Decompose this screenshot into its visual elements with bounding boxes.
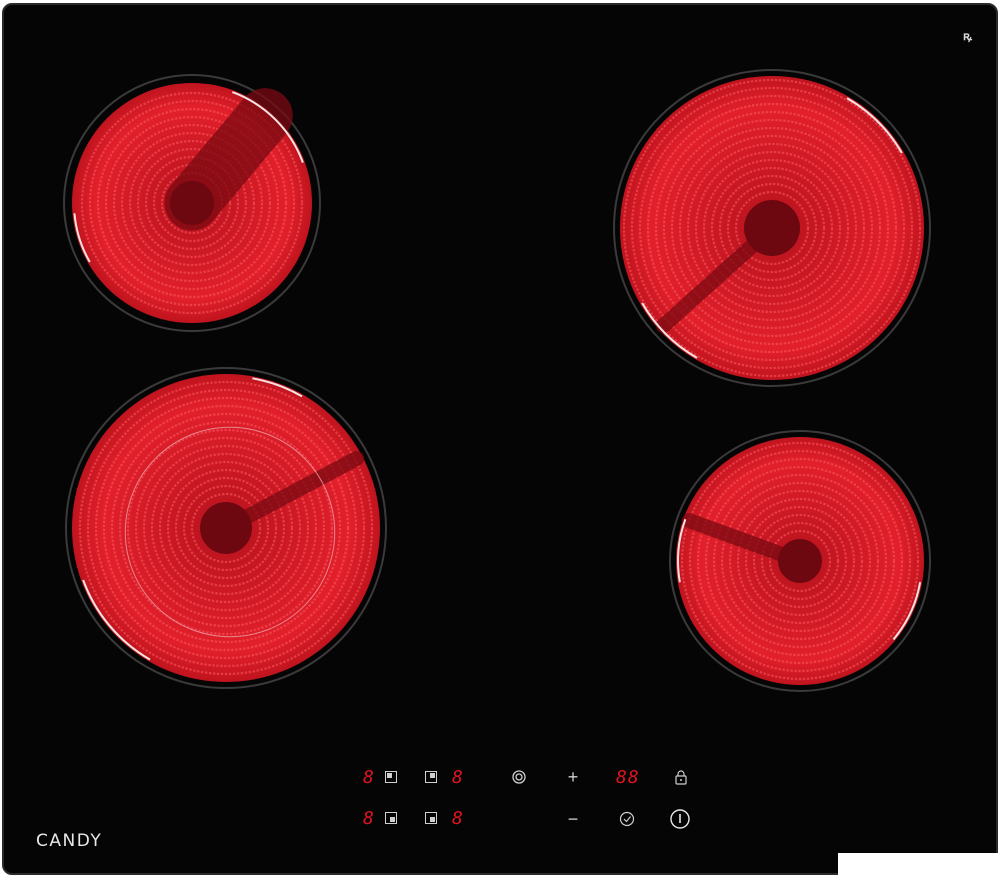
power-icon[interactable]: [669, 808, 691, 830]
zone-display-rear-right: 8: [452, 767, 464, 788]
brand-logo: CANDY: [36, 831, 103, 851]
zone-center-hub: [744, 200, 800, 256]
zone-select-rear-left-icon[interactable]: [385, 771, 397, 783]
zone-center-hub: [778, 539, 822, 583]
lock-icon[interactable]: [674, 769, 688, 785]
zone-select-front-right-icon[interactable]: [425, 812, 437, 824]
zone-display-front-left: 8: [363, 808, 375, 829]
cooking-zone-rear-left: [63, 74, 321, 332]
zone-center-hub: [200, 502, 252, 554]
cooktop-glass-surface: ꝶ 8 8 8 8 + − 88 CANDY: [2, 3, 998, 875]
zone-display-front-right: 8: [452, 808, 464, 829]
cooking-zone-front-left-dual: [65, 367, 387, 689]
zone-select-rear-right-icon[interactable]: [425, 771, 437, 783]
timer-display: 88: [616, 767, 640, 788]
timer-check-icon[interactable]: [618, 810, 636, 828]
plus-button[interactable]: +: [564, 768, 582, 786]
cooking-zone-front-right: [669, 430, 931, 692]
cooking-zone-rear-right: [613, 69, 931, 387]
cooking-zones-layer: [63, 69, 931, 692]
corner-logo-mark: ꝶ: [962, 29, 972, 43]
zone-center-hub: [170, 181, 214, 225]
background-corner: [838, 853, 998, 880]
dual-ring-icon[interactable]: [511, 769, 527, 785]
zone-display-rear-left: 8: [363, 767, 375, 788]
zone-select-front-left-icon[interactable]: [385, 812, 397, 824]
minus-button[interactable]: −: [564, 810, 582, 828]
